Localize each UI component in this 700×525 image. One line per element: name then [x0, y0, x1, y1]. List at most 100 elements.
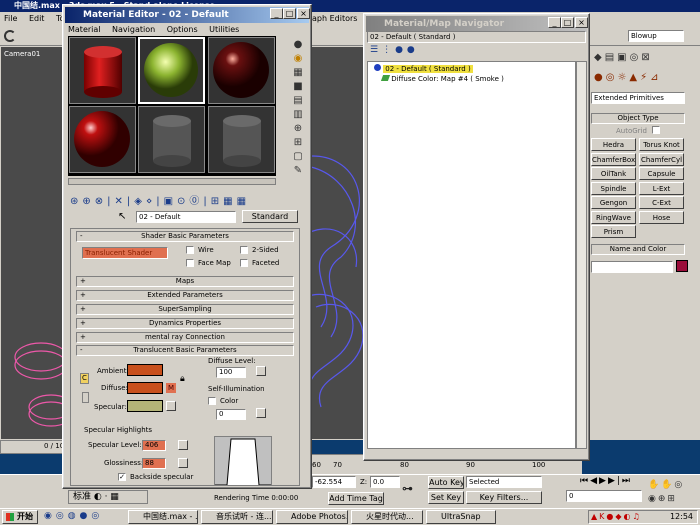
minimize-button[interactable]: _: [270, 8, 283, 19]
diffuse-map-button[interactable]: M: [166, 383, 176, 393]
ambient-swatch[interactable]: [127, 364, 163, 376]
primitive-button-l-ext[interactable]: L-Ext: [639, 181, 684, 195]
extended-parameters-rollout[interactable]: + Extended Parameters: [76, 290, 294, 301]
primitive-button-chamferbox[interactable]: ChamferBox: [591, 152, 636, 166]
menu-utilities[interactable]: Utilities: [209, 25, 239, 34]
primitive-button-torus-knot[interactable]: Torus Knot: [639, 138, 684, 151]
faceted-checkbox[interactable]: [240, 259, 248, 267]
self-illum-map-button[interactable]: [256, 408, 266, 418]
navigator-close-button[interactable]: ×: [575, 17, 588, 28]
sample-slot-1[interactable]: [69, 37, 136, 104]
shader-basic-rollout[interactable]: - Shader Basic Parameters: [76, 231, 294, 242]
me-side-toolbar[interactable]: ● ◉ ▦ ■ ▤ ▥ ⊕ ⊞ ▢ ✎: [291, 38, 305, 184]
start-button[interactable]: 开始: [2, 510, 38, 524]
self-illum-field[interactable]: 0: [216, 409, 246, 420]
diffuse-swatch[interactable]: [127, 382, 163, 394]
navigator-minimize-button[interactable]: _: [548, 17, 561, 28]
primitive-button-chamfercyl[interactable]: ChamferCyl: [639, 152, 684, 166]
glossiness-field[interactable]: 88: [142, 458, 166, 469]
me-scrollbar[interactable]: [68, 178, 276, 185]
selected-dropdown[interactable]: Selected: [466, 476, 542, 488]
translucent-basic-rollout[interactable]: - Translucent Basic Parameters: [76, 345, 294, 356]
material-name-field[interactable]: 02 - Default: [136, 211, 236, 223]
primitive-type-dropdown[interactable]: Extended Primitives: [591, 92, 685, 104]
primitive-button-spindle[interactable]: Spindle: [591, 181, 636, 195]
two-sided-checkbox[interactable]: [240, 246, 248, 254]
autogrid-checkbox[interactable]: [652, 126, 660, 134]
create-category-icons[interactable]: ●◎☼▲⚡⊿: [594, 72, 694, 86]
primitive-button-prism[interactable]: Prism: [591, 225, 636, 238]
taskbar-item-max[interactable]: 中国结.max - ...: [128, 510, 198, 524]
current-frame-field[interactable]: 0: [566, 490, 642, 502]
quick-launch-icons[interactable]: ◉◎◍●◎: [44, 511, 124, 523]
panel-tab-icons[interactable]: ◆▤▣◎⊠: [594, 52, 694, 66]
face-map-checkbox[interactable]: [186, 259, 194, 267]
mental-ray-rollout[interactable]: + mental ray Connection: [76, 332, 294, 343]
navigator-scrollbar[interactable]: [576, 61, 587, 449]
ime-bar[interactable]: 标准 ◐ ⋅ ▦: [68, 490, 148, 504]
navigator-tree-item-map[interactable]: Diffuse Color: Map #4 ( Smoke ): [380, 74, 504, 84]
nav-controls[interactable]: ✋✋◎ ◉⊕⊞: [648, 478, 698, 508]
name-color-rollout[interactable]: Name and Color: [591, 244, 685, 255]
sample-slot-3[interactable]: [208, 37, 275, 104]
backside-specular-checkbox[interactable]: ✓: [118, 473, 126, 481]
coord-z-field[interactable]: 0.0: [370, 476, 400, 488]
lock-icon[interactable]: 🔒︎: [180, 374, 185, 384]
key-filters-button[interactable]: Key Filters...: [466, 491, 542, 504]
maximize-button[interactable]: □: [283, 8, 296, 19]
primitive-button-capsule[interactable]: Capsule: [639, 167, 684, 180]
taskbar-item-ultrasnap[interactable]: UltraSnap: [426, 510, 496, 524]
primitive-button-gengon[interactable]: Gengon: [591, 196, 636, 209]
menu-options[interactable]: Options: [167, 25, 198, 34]
specular-lock-icon[interactable]: [82, 392, 89, 403]
primitive-button-c-ext[interactable]: C-Ext: [639, 196, 684, 209]
sample-slot-2-selected[interactable]: [138, 37, 205, 104]
set-key-button[interactable]: Set Key: [428, 491, 464, 504]
diffuse-level-field[interactable]: 100: [216, 367, 246, 378]
diffuse-level-map-button[interactable]: [256, 366, 266, 376]
primitive-button-hose[interactable]: Hose: [639, 210, 684, 224]
blowup-dropdown[interactable]: Blowup: [628, 30, 684, 42]
object-color-swatch[interactable]: [676, 260, 688, 272]
close-button[interactable]: ×: [297, 8, 310, 19]
material-type-button[interactable]: Standard: [242, 210, 298, 223]
object-name-field[interactable]: [591, 261, 673, 273]
primitive-button-hedra[interactable]: Hedra: [591, 138, 636, 151]
sample-slot-5[interactable]: [138, 106, 205, 173]
undo-icon[interactable]: [4, 30, 16, 42]
menu-navigation[interactable]: Navigation: [112, 25, 155, 34]
taskbar-item-hxsd[interactable]: 火星时代动...: [351, 510, 423, 524]
maps-rollout[interactable]: + Maps: [76, 276, 294, 287]
max-menu-graph-editors[interactable]: aph Editors: [312, 14, 366, 23]
primitive-button-ringwave[interactable]: RingWave: [591, 210, 636, 224]
menu-edit[interactable]: Edit: [29, 14, 45, 23]
ambient-lock-icon[interactable]: C: [80, 373, 89, 384]
specular-level-field[interactable]: 406: [142, 440, 166, 451]
specular-map-button[interactable]: [166, 401, 176, 411]
taskbar-item-photoshop[interactable]: Adobe Photos...: [276, 510, 348, 524]
navigator-maximize-button[interactable]: □: [561, 17, 574, 28]
shader-type-dropdown[interactable]: Translucent Shader: [82, 247, 168, 259]
sample-slot-4[interactable]: [69, 106, 136, 173]
menu-file[interactable]: File: [4, 14, 17, 23]
specular-swatch[interactable]: [127, 400, 163, 412]
key-icon[interactable]: ⊶: [402, 482, 422, 495]
specular-level-map-button[interactable]: [178, 440, 188, 450]
coord-y-field[interactable]: -62.554: [312, 476, 356, 488]
navigator-view-icons[interactable]: ☰⋮●●: [370, 45, 430, 57]
primitive-button-oiltank[interactable]: OilTank: [591, 167, 636, 180]
wire-checkbox[interactable]: [186, 246, 194, 254]
auto-key-button[interactable]: Auto Key: [428, 476, 464, 489]
navigator-tree-item-material[interactable]: 02 - Default ( Standard ): [374, 64, 473, 74]
taskbar-item-music[interactable]: 音乐试听 - 连...: [201, 510, 273, 524]
supersampling-rollout[interactable]: + SuperSampling: [76, 304, 294, 315]
me-bottom-toolbar[interactable]: ⊛⊕⊗|✕|◈⋄|▣⊙⓪|⊞▦▦: [70, 192, 300, 207]
navigator-material-field[interactable]: 02 - Default ( Standard ): [367, 31, 586, 43]
self-illum-color-checkbox[interactable]: [208, 397, 216, 405]
add-time-tag-button[interactable]: Add Time Tag: [328, 492, 384, 505]
menu-material[interactable]: Material: [68, 25, 101, 34]
sample-slot-6[interactable]: [208, 106, 275, 173]
glossiness-map-button[interactable]: [178, 458, 188, 468]
object-type-rollout[interactable]: Object Type: [591, 113, 685, 124]
pick-material-icon[interactable]: ↖: [118, 211, 126, 222]
